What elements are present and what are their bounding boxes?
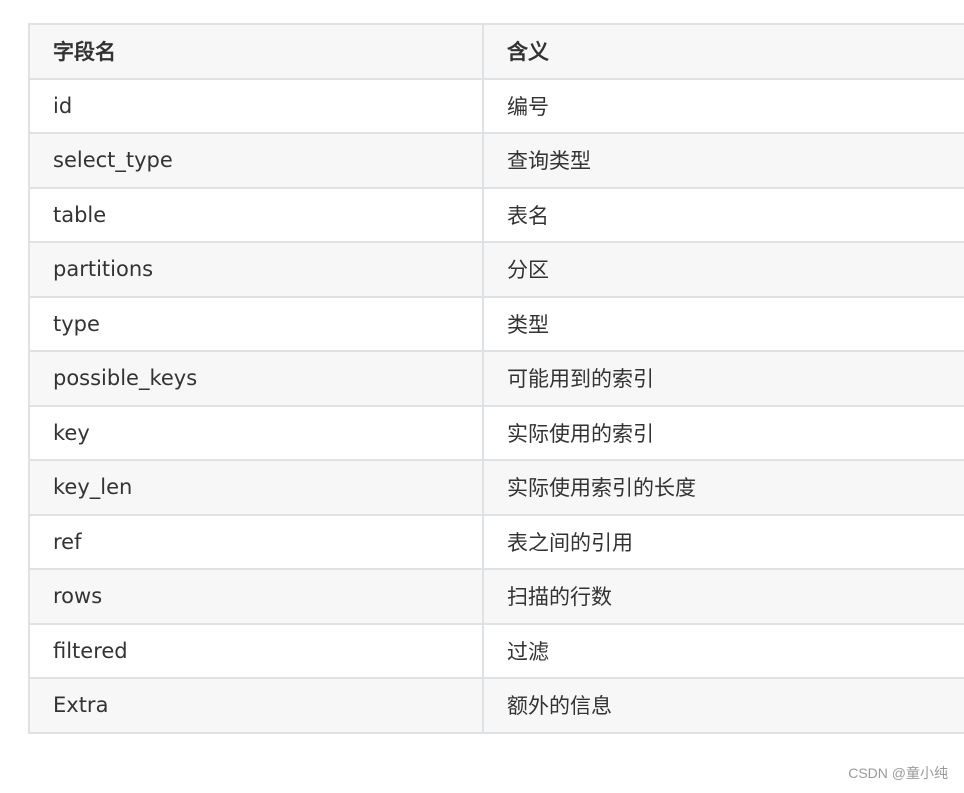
header-meaning: 含义 — [482, 23, 964, 80]
meaning-cell: 分区 — [482, 241, 964, 298]
meaning-cell: 扫描的行数 — [482, 568, 964, 625]
table-row: key 实际使用的索引 — [28, 404, 964, 461]
field-name-cell: rows — [28, 568, 484, 625]
field-name-cell: key_len — [28, 459, 484, 516]
field-name-cell: Extra — [28, 677, 484, 734]
field-name-cell: id — [28, 77, 484, 134]
meaning-cell: 额外的信息 — [482, 677, 964, 734]
meaning-cell: 过滤 — [482, 622, 964, 679]
meaning-cell: 表名 — [482, 186, 964, 243]
table-row: possible_keys 可能用到的索引 — [28, 350, 964, 407]
field-name-cell: type — [28, 295, 484, 352]
meaning-cell: 编号 — [482, 77, 964, 134]
header-field-name: 字段名 — [28, 23, 484, 80]
csdn-watermark: CSDN @童小纯 — [848, 765, 948, 781]
meaning-cell: 实际使用索引的长度 — [482, 459, 964, 516]
field-table: 字段名 含义 id 编号 select_type 查询类型 table 表名 p… — [28, 23, 964, 734]
table-row: key_len 实际使用索引的长度 — [28, 459, 964, 516]
table-row: Extra 额外的信息 — [28, 677, 964, 734]
table-row: id 编号 — [28, 77, 964, 134]
field-table-container: 字段名 含义 id 编号 select_type 查询类型 table 表名 p… — [28, 23, 964, 734]
meaning-cell: 实际使用的索引 — [482, 404, 964, 461]
meaning-cell: 查询类型 — [482, 132, 964, 189]
table-row: type 类型 — [28, 295, 964, 352]
meaning-cell: 类型 — [482, 295, 964, 352]
table-row: rows 扫描的行数 — [28, 568, 964, 625]
field-name-cell: key — [28, 404, 484, 461]
field-name-cell: partitions — [28, 241, 484, 298]
table-row: ref 表之间的引用 — [28, 513, 964, 570]
table-row: partitions 分区 — [28, 241, 964, 298]
field-name-cell: select_type — [28, 132, 484, 189]
table-row: select_type 查询类型 — [28, 132, 964, 189]
table-row: filtered 过滤 — [28, 622, 964, 679]
field-name-cell: filtered — [28, 622, 484, 679]
field-name-cell: ref — [28, 513, 484, 570]
table-row: table 表名 — [28, 186, 964, 243]
table-header-row: 字段名 含义 — [28, 23, 964, 80]
meaning-cell: 可能用到的索引 — [482, 350, 964, 407]
meaning-cell: 表之间的引用 — [482, 513, 964, 570]
field-name-cell: table — [28, 186, 484, 243]
field-name-cell: possible_keys — [28, 350, 484, 407]
